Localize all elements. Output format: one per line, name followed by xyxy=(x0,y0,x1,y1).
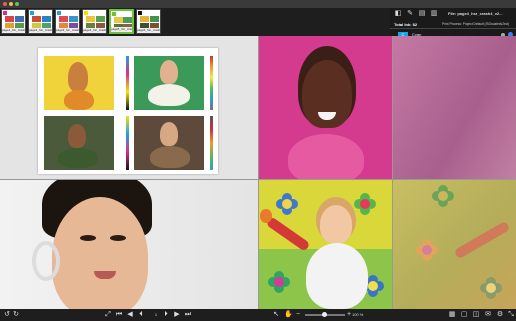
page-photo xyxy=(44,116,114,170)
thumbnail-image xyxy=(123,17,132,23)
previous-page-icon[interactable]: ◀ xyxy=(126,311,134,319)
settings-icon[interactable]: ⚙ xyxy=(496,311,504,319)
zoom-level: 100 % xyxy=(352,312,364,317)
page-photo xyxy=(134,56,204,110)
thumbnail-image xyxy=(69,16,78,22)
photo-earring-portrait xyxy=(0,179,258,309)
step-forward-icon[interactable]: ⏵ xyxy=(162,311,170,319)
thumbnail-image xyxy=(140,16,149,22)
title-bar xyxy=(0,0,516,8)
close-icon[interactable] xyxy=(3,2,7,6)
status-badge xyxy=(138,11,142,15)
divider xyxy=(258,36,259,309)
thumbnail-page2[interactable]: page2_hsr_crash xyxy=(28,9,53,34)
zoom-slider-handle[interactable] xyxy=(322,312,327,317)
thumbnail-page1[interactable]: page1_hsr_crash xyxy=(1,9,26,34)
single-view-icon[interactable]: ▢ xyxy=(460,311,468,319)
thumbnail-caption: page1_hsr_crash xyxy=(2,28,25,33)
thumbnail-image xyxy=(59,16,68,22)
first-page-icon[interactable]: ⏮ xyxy=(115,311,123,319)
bottom-toolbar: ↺ ↻ ⤢ ⏮ ◀ ⏴ 1 ⏵ ▶ ⏭ ↖ ✋ − + 100 % ▦ ▢ ◫ … xyxy=(0,309,516,321)
flower-decoration xyxy=(416,239,438,261)
rotate-left-icon[interactable]: ↺ xyxy=(3,311,11,319)
page-preview-area xyxy=(0,36,258,179)
page-number[interactable]: 1 xyxy=(151,311,161,319)
page-photo xyxy=(134,116,204,170)
status-badge xyxy=(30,11,34,15)
thumbnail-caption: page4_hsr_crash xyxy=(83,28,106,33)
layers-icon[interactable]: ◫ xyxy=(472,311,480,319)
status-badge xyxy=(57,11,61,15)
document-page[interactable] xyxy=(38,48,218,174)
mail-icon[interactable]: ✉ xyxy=(484,311,492,319)
zoom-out-icon[interactable]: − xyxy=(294,311,302,319)
next-page-icon[interactable]: ▶ xyxy=(173,311,181,319)
color-bar xyxy=(126,116,129,170)
photo-magenta-portrait xyxy=(258,36,392,179)
densitometer-icon[interactable]: ◧ xyxy=(394,10,402,18)
flower-decoration xyxy=(480,277,502,299)
color-bar xyxy=(210,116,213,170)
hand-icon[interactable]: ✋ xyxy=(284,311,293,319)
photo-flowers-girl xyxy=(258,179,392,309)
thumbnail-image xyxy=(96,16,105,22)
thumbnail-page4[interactable]: page4_hsr_crash xyxy=(82,9,107,34)
status-badge xyxy=(3,11,7,15)
thumbnail-page6[interactable]: page6_hsr_crash xyxy=(136,9,161,34)
thumbnail-image xyxy=(32,16,41,22)
split-view-icon[interactable]: ▦ xyxy=(448,311,456,319)
status-badge xyxy=(84,11,88,15)
color-bar xyxy=(210,56,213,110)
main-viewer[interactable] xyxy=(0,36,516,309)
print-profile-label: Print Process: Project Default (ISOcoate… xyxy=(442,22,510,26)
cursor-icon[interactable]: ↖ xyxy=(272,311,280,319)
eyedropper-icon[interactable]: ✎ xyxy=(406,10,414,18)
thumbnail-caption: page3_hsr_crash xyxy=(56,28,79,33)
file-name-label: File: page4_hsr_crash4_v2... xyxy=(448,11,503,16)
step-back-icon[interactable]: ⏴ xyxy=(137,311,145,319)
thumbnail-caption: page5_hsr_crash xyxy=(111,27,132,32)
flower-decoration xyxy=(432,185,454,207)
flower-decoration xyxy=(268,271,290,293)
photo-flowers-separation xyxy=(392,179,516,309)
rotate-right-icon[interactable]: ↻ xyxy=(12,311,20,319)
thumbnail-caption: page2_hsr_crash xyxy=(29,28,52,33)
thumbnail-page3[interactable]: page3_hsr_crash xyxy=(55,9,80,34)
divider xyxy=(0,179,516,180)
thumbnail-strip: page1_hsr_crash page2_hsr_crash page3_hs… xyxy=(0,8,390,36)
thumbnail-image xyxy=(86,16,95,22)
zoom-icon[interactable] xyxy=(15,2,19,6)
flower-decoration xyxy=(276,193,298,215)
fit-icon[interactable]: ⤢ xyxy=(104,311,112,319)
divider xyxy=(390,28,516,29)
fullscreen-icon[interactable]: ⤡ xyxy=(507,311,515,319)
flower-decoration xyxy=(354,193,376,215)
document-icon[interactable]: ▤ xyxy=(418,10,426,18)
status-badge xyxy=(112,12,116,16)
page-photo xyxy=(44,56,114,110)
thumbnail-image xyxy=(42,16,51,22)
thumbnail-image xyxy=(5,16,14,22)
thumbnail-image xyxy=(114,17,123,23)
divider xyxy=(392,36,393,309)
last-page-icon[interactable]: ⏭ xyxy=(184,311,192,319)
trash-icon[interactable]: ▥ xyxy=(430,10,438,18)
thumbnail-page5[interactable]: page5_hsr_crash xyxy=(109,9,134,34)
minimize-icon[interactable] xyxy=(9,2,13,6)
thumbnail-image xyxy=(150,16,159,22)
color-bar xyxy=(126,56,129,110)
photo-magenta-separation xyxy=(392,36,516,179)
app-window: page1_hsr_crash page2_hsr_crash page3_hs… xyxy=(0,0,516,321)
thumbnail-image xyxy=(15,16,24,22)
total-ink-label: Total Ink: 82 xyxy=(394,22,418,27)
thumbnail-caption: page6_hsr_crash xyxy=(137,28,160,33)
